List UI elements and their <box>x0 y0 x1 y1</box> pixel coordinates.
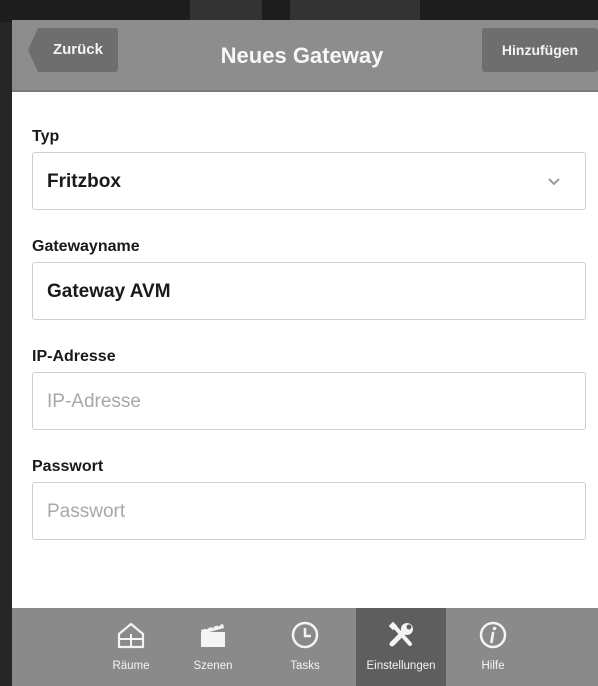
add-button[interactable]: Hinzufügen <box>482 28 598 72</box>
clapperboard-icon <box>201 622 225 647</box>
gateway-name-label: Gatewayname <box>32 238 140 255</box>
password-label: Passwort <box>32 458 104 475</box>
chevron-down-icon <box>548 178 560 186</box>
tab-tasks[interactable]: Tasks <box>260 608 350 686</box>
tab-szenen[interactable]: Szenen <box>168 608 258 686</box>
tab-hilfe-label: Hilfe <box>481 660 505 672</box>
device-frame: Zurück Neues Gateway Hinzufügen Typ Frit… <box>0 0 598 686</box>
navigation-header: Zurück Neues Gateway Hinzufügen <box>12 20 598 92</box>
top-bezel <box>0 0 598 22</box>
back-button[interactable]: Zurück <box>28 28 118 72</box>
tab-raeume[interactable]: Räume <box>86 608 176 686</box>
type-label: Typ <box>32 128 60 145</box>
tab-tasks-label: Tasks <box>290 660 320 672</box>
gateway-name-value: Gateway AVM <box>47 281 171 302</box>
bottom-tab-bar: Räume Szenen Tasks Einstellungen Hilfe <box>12 608 598 686</box>
app-screen: Zurück Neues Gateway Hinzufügen Typ Frit… <box>12 20 598 686</box>
type-select[interactable]: Fritzbox <box>32 152 586 210</box>
tab-einstellungen[interactable]: Einstellungen <box>356 608 446 686</box>
gateway-name-input[interactable]: Gateway AVM <box>32 262 586 320</box>
tab-hilfe[interactable]: Hilfe <box>448 608 538 686</box>
ip-address-label: IP-Adresse <box>32 348 116 365</box>
tab-einstellungen-label: Einstellungen <box>366 660 436 672</box>
type-select-value: Fritzbox <box>47 171 121 192</box>
tab-szenen-label: Szenen <box>193 660 233 672</box>
info-icon <box>479 621 507 649</box>
house-icon <box>117 622 145 649</box>
page-title: Neues Gateway <box>220 43 384 68</box>
ip-address-input[interactable]: IP-Adresse <box>32 372 586 430</box>
password-placeholder: Passwort <box>47 501 126 522</box>
tab-raeume-label: Räume <box>112 660 150 672</box>
tools-icon <box>388 621 413 647</box>
password-input[interactable]: Passwort <box>32 482 586 540</box>
ip-address-placeholder: IP-Adresse <box>47 391 141 412</box>
clock-icon <box>291 621 319 649</box>
